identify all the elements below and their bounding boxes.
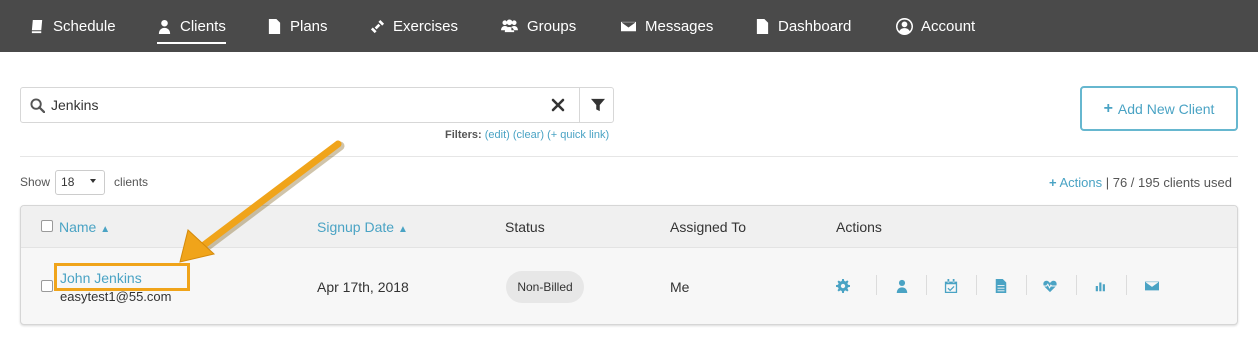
nav-schedule[interactable]: Schedule: [30, 0, 116, 52]
page-size-value: 18: [61, 175, 75, 189]
client-email: easytest1@55.com: [60, 289, 172, 304]
show-suffix: clients: [114, 175, 149, 189]
message-action[interactable]: [1145, 279, 1161, 295]
nav-plans[interactable]: Plans: [267, 0, 328, 52]
client-usage-count: | 76 / 195 clients used: [1105, 175, 1232, 190]
search-icon: [30, 98, 45, 113]
show-prefix: Show: [20, 175, 51, 189]
name-column-label: Name: [59, 219, 97, 235]
user-icon: [158, 19, 171, 34]
table-header: Name ▲︎ Signup Date ▲︎ Status Assigned T…: [21, 206, 1237, 248]
nav-exercises-label: Exercises: [393, 17, 459, 35]
filter-icon: [590, 98, 605, 112]
plus-icon: +: [1048, 175, 1057, 190]
nav-groups[interactable]: Groups: [500, 0, 576, 52]
calendar-check-icon: [944, 279, 958, 293]
gear-icon: [836, 279, 850, 293]
nav-messages[interactable]: Messages: [620, 0, 713, 52]
page-size-select[interactable]: 18: [55, 169, 106, 195]
filters-clear-link[interactable]: (clear): [513, 129, 544, 141]
divider: [20, 156, 1238, 157]
signup-column-label: Signup Date: [317, 219, 395, 235]
calendar-action[interactable]: [944, 279, 960, 295]
page-size-control: Show 18 clients: [20, 169, 148, 195]
document-icon: [268, 18, 281, 34]
settings-action[interactable]: [836, 279, 852, 295]
search-input[interactable]: [51, 88, 551, 122]
client-usage: + Actions | 76 / 195 clients used: [1049, 175, 1232, 190]
add-new-client-button[interactable]: + Add New Client: [1080, 86, 1238, 131]
name-column-header[interactable]: Name ▲︎: [59, 219, 110, 235]
nav-account[interactable]: Account: [896, 0, 975, 52]
nav-clients-label: Clients: [180, 17, 226, 35]
highlight-box: [54, 263, 190, 291]
assigned-column-header: Assigned To: [670, 219, 747, 235]
status-column-header: Status: [505, 219, 545, 235]
signup-date: Apr 17th, 2018: [317, 279, 409, 295]
profile-action[interactable]: [895, 279, 911, 295]
action-divider: [976, 275, 977, 295]
book-icon: [31, 19, 43, 33]
account-icon: [896, 17, 913, 35]
action-divider: [1126, 275, 1127, 295]
filters-quick-link[interactable]: (+ quick link): [547, 129, 609, 141]
nav-groups-label: Groups: [527, 17, 577, 35]
nav-exercises[interactable]: Exercises: [370, 0, 458, 52]
filter-button[interactable]: [579, 87, 615, 123]
nav-account-label: Account: [921, 17, 976, 35]
action-divider: [1026, 275, 1027, 295]
action-divider: [1076, 275, 1077, 295]
clients-table: Name ▲︎ Signup Date ▲︎ Status Assigned T…: [20, 205, 1238, 325]
stats-action[interactable]: [1094, 279, 1110, 295]
caret-down-icon: [90, 178, 97, 183]
clear-search-icon[interactable]: [550, 97, 566, 113]
envelope-icon: [1145, 281, 1159, 291]
bar-chart-icon: [1095, 282, 1105, 292]
nav-messages-label: Messages: [645, 17, 714, 35]
plan-action[interactable]: [994, 279, 1010, 295]
filters-edit-link[interactable]: (edit): [485, 129, 510, 141]
document-icon: [756, 18, 769, 34]
status-badge: Non-Billed: [506, 271, 584, 303]
nav-schedule-label: Schedule: [53, 17, 116, 35]
filters-label: Filters:: [445, 129, 482, 141]
actions-column-header: Actions: [836, 219, 882, 235]
sort-icon: ▲︎: [397, 224, 408, 235]
nav-plans-label: Plans: [290, 17, 328, 35]
plus-icon: +: [1103, 99, 1113, 117]
heartbeat-icon: [1043, 280, 1057, 293]
sort-icon: ▲︎: [100, 224, 111, 235]
user-icon: [896, 279, 908, 293]
nav-dashboard[interactable]: Dashboard: [755, 0, 851, 52]
document-icon: [995, 279, 1007, 293]
search-bar: [20, 87, 614, 123]
nav-dashboard-label: Dashboard: [778, 17, 852, 35]
dumbbell-icon: [370, 19, 385, 33]
filters-line: Filters: (edit) (clear) (+ quick link): [445, 129, 609, 141]
nav-clients[interactable]: Clients: [157, 0, 226, 52]
health-action[interactable]: [1043, 279, 1059, 295]
add-new-client-label: Add New Client: [1117, 100, 1215, 117]
actions-menu-label: Actions: [1059, 175, 1103, 190]
select-all-checkbox[interactable]: [41, 220, 53, 232]
row-checkbox[interactable]: [41, 280, 53, 292]
actions-menu-link[interactable]: + Actions: [1049, 175, 1102, 190]
envelope-icon: [621, 21, 636, 31]
top-nav: Schedule Clients Plans Exercises Groups …: [0, 0, 1258, 52]
assigned-to: Me: [670, 279, 690, 295]
group-icon: [501, 18, 518, 32]
action-divider: [876, 275, 877, 295]
action-divider: [926, 275, 927, 295]
signup-column-header[interactable]: Signup Date ▲︎: [317, 219, 408, 235]
